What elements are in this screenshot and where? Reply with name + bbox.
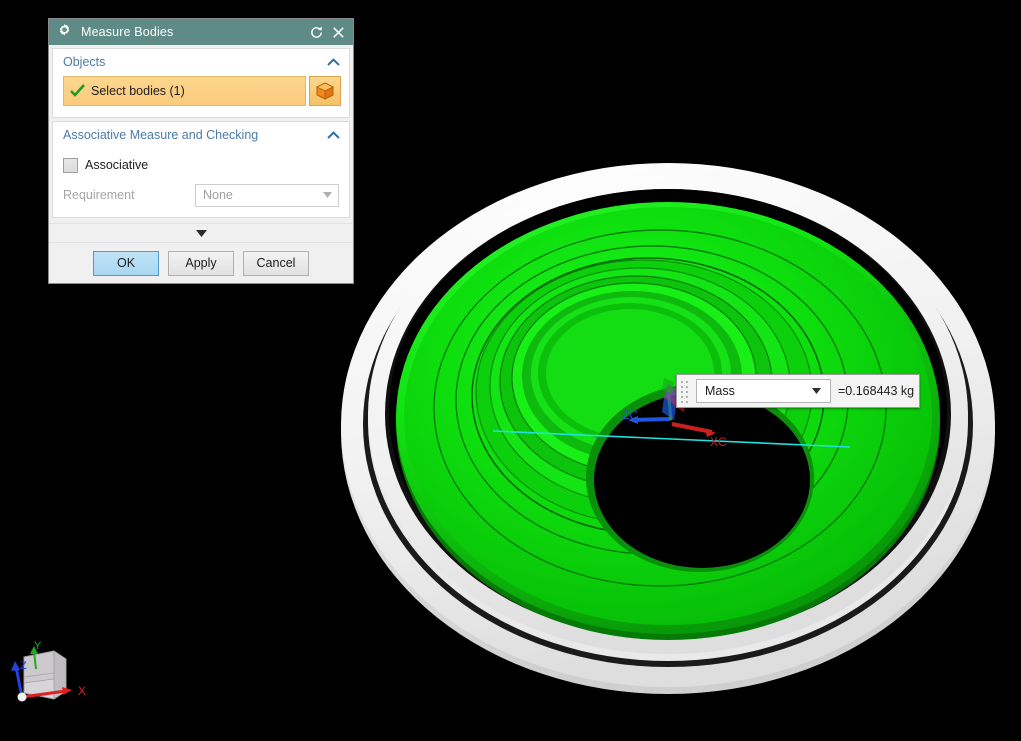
cancel-button[interactable]: Cancel: [243, 250, 309, 276]
measurement-type-dropdown[interactable]: Mass: [696, 379, 831, 403]
triad-y-label: Y: [34, 640, 42, 652]
drag-handle-icon[interactable]: [680, 380, 691, 403]
section-objects: Objects Select bodies (1): [52, 48, 350, 118]
triad-x-label: X: [78, 684, 86, 698]
expand-more-options-button[interactable]: [49, 223, 353, 243]
gear-icon: [57, 23, 72, 41]
x-axis-label: XC: [710, 435, 727, 449]
requirement-label: Requirement: [63, 188, 135, 202]
section-associative-label: Associative Measure and Checking: [63, 128, 259, 142]
orientation-triad[interactable]: X Y Z: [4, 639, 100, 723]
measurement-widget[interactable]: Mass =0.168443 kg: [676, 374, 921, 408]
section-associative-header[interactable]: Associative Measure and Checking: [53, 122, 349, 148]
chevron-down-icon: [195, 226, 207, 240]
cube-icon[interactable]: [309, 76, 341, 106]
associative-checkbox-row[interactable]: Associative: [63, 155, 339, 175]
chevron-up-icon[interactable]: [326, 55, 340, 69]
requirement-row: Requirement None: [63, 183, 339, 207]
dialog-button-row: OK Apply Cancel: [49, 243, 353, 283]
z-axis-label: ZC: [622, 408, 638, 422]
chevron-down-icon[interactable]: [319, 192, 336, 198]
requirement-value: None: [203, 188, 233, 202]
dialog-titlebar[interactable]: Measure Bodies: [49, 19, 353, 45]
associative-checkbox[interactable]: [63, 157, 78, 173]
chevron-down-icon[interactable]: [808, 388, 825, 394]
triad-z-label: Z: [20, 660, 27, 672]
ok-button[interactable]: OK: [93, 250, 159, 276]
associative-body: Associative Requirement None: [53, 148, 349, 217]
select-bodies-field[interactable]: Select bodies (1): [63, 76, 306, 106]
associative-checkbox-label: Associative: [85, 158, 149, 172]
close-icon[interactable]: [327, 21, 349, 43]
apply-button[interactable]: Apply: [168, 250, 234, 276]
measurement-value: =0.168443 kg: [838, 384, 915, 398]
requirement-dropdown[interactable]: None: [195, 183, 339, 207]
check-icon: [70, 84, 86, 98]
reset-icon[interactable]: [305, 21, 327, 43]
measure-bodies-dialog[interactable]: Measure Bodies Objects Select bodies (1)…: [48, 18, 354, 284]
select-bodies-row[interactable]: Select bodies (1): [63, 76, 341, 106]
measurement-type-value: Mass: [705, 384, 735, 398]
dialog-title: Measure Bodies: [81, 25, 174, 39]
section-objects-label: Objects: [63, 55, 106, 69]
select-bodies-label: Select bodies (1): [91, 84, 185, 98]
chevron-up-icon[interactable]: [326, 128, 340, 142]
section-associative: Associative Measure and Checking Associa…: [52, 121, 350, 218]
dialog-body: Objects Select bodies (1) Associative Me…: [49, 48, 353, 283]
section-objects-header[interactable]: Objects: [53, 49, 349, 75]
